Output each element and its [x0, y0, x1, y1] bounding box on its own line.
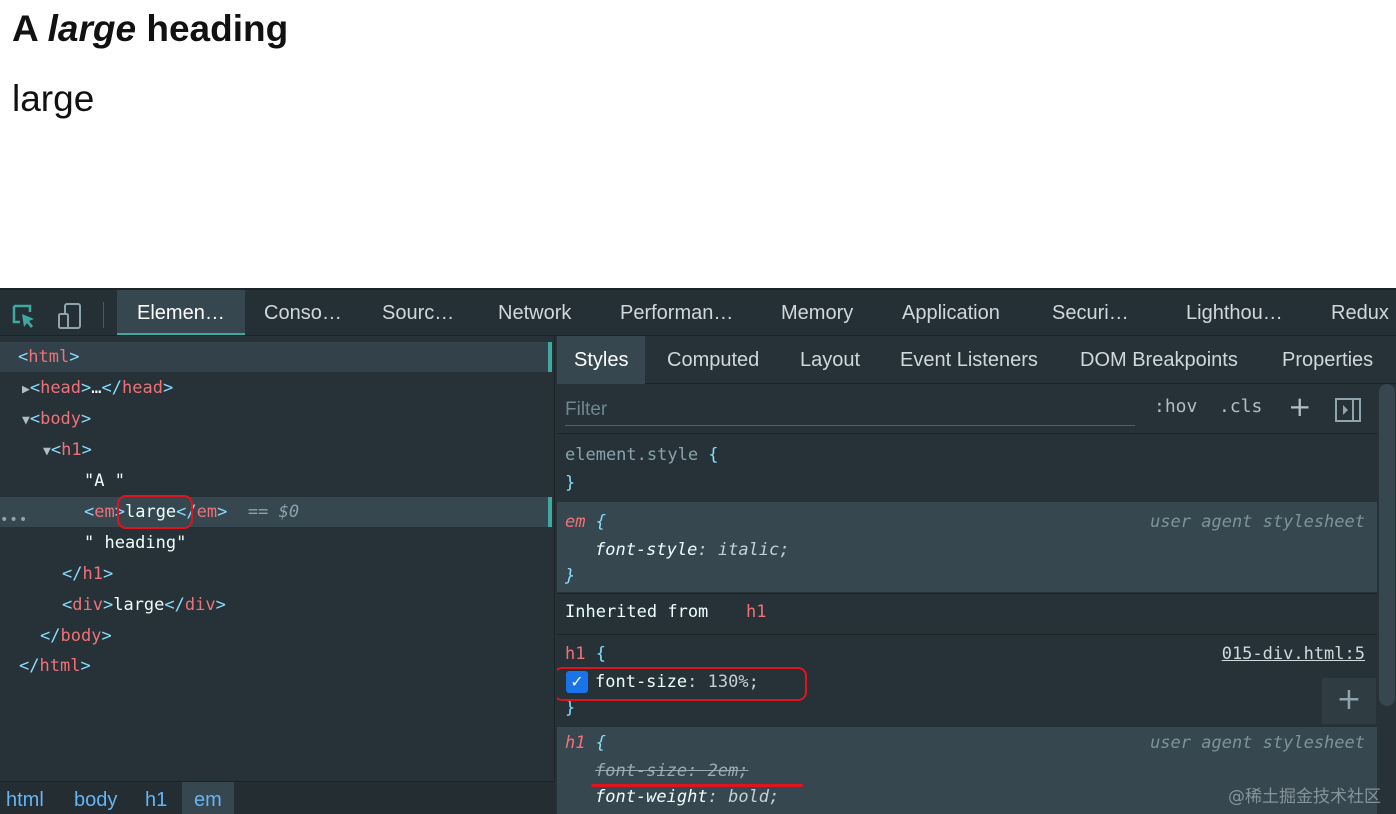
page-heading: A large heading — [12, 8, 289, 49]
toggle-sidebar-icon[interactable] — [1334, 397, 1362, 428]
source-link[interactable]: 015-div.html:5 — [1222, 640, 1365, 668]
tab-network[interactable]: Network — [498, 290, 571, 335]
tab-application[interactable]: Application — [902, 290, 1000, 335]
devtools-tab-bar: Elemen… Conso… Sourc… Network Performan…… — [0, 288, 1396, 336]
breadcrumb-html[interactable]: html — [6, 782, 44, 814]
dom-node-head[interactable]: ▶<head>…</head> — [0, 373, 552, 403]
dom-node-body[interactable]: ▼<body> — [0, 404, 552, 434]
new-style-rule-button[interactable]: + — [1288, 390, 1311, 423]
rule-origin: user agent stylesheet — [1150, 512, 1365, 532]
rule-element-style: element.style { } — [565, 445, 719, 493]
collapse-triangle-icon[interactable]: ▼ — [22, 413, 30, 428]
highlight-annotation — [117, 495, 193, 529]
rendered-page: A large heading large — [0, 0, 1396, 288]
tab-styles[interactable]: Styles — [557, 336, 646, 384]
tab-sources[interactable]: Sourc… — [382, 290, 454, 335]
filter-input[interactable] — [565, 394, 1135, 426]
dom-node-html[interactable]: <html> — [0, 342, 552, 372]
breadcrumb-em[interactable]: em — [182, 782, 234, 814]
expand-triangle-icon[interactable]: ▶ — [22, 382, 30, 397]
tab-properties[interactable]: Properties — [1282, 336, 1373, 384]
cls-button[interactable]: .cls — [1219, 396, 1262, 417]
rule-em: em { user agent stylesheet font-style: i… — [557, 502, 1377, 592]
device-toggle-icon[interactable] — [56, 302, 84, 330]
breadcrumb-h1[interactable]: h1 — [145, 782, 167, 814]
tab-redux[interactable]: Redux — [1331, 290, 1389, 335]
dom-node-body-close[interactable]: </body> — [0, 621, 552, 651]
styles-toolbar: :hov .cls + — [557, 384, 1377, 434]
selection-indicator — [548, 342, 552, 372]
tab-memory[interactable]: Memory — [781, 290, 853, 335]
breadcrumb: html body h1 em — [0, 781, 555, 814]
tab-elements[interactable]: Elemen… — [117, 290, 245, 335]
dom-node-h1[interactable]: ▼<h1> — [0, 435, 552, 465]
devtools-panel: Elemen… Conso… Sourc… Network Performan…… — [0, 288, 1396, 814]
toolbar-separator — [103, 302, 104, 328]
collapse-triangle-icon[interactable]: ▼ — [43, 444, 51, 459]
tab-console[interactable]: Conso… — [264, 290, 342, 335]
styles-pane: Styles Computed Layout Event Listeners D… — [557, 336, 1396, 814]
dom-text-node[interactable]: "A " — [0, 466, 552, 496]
highlight-annotation — [557, 667, 807, 701]
selection-indicator — [548, 497, 552, 527]
hov-button[interactable]: :hov — [1154, 396, 1197, 417]
page-div: large — [12, 78, 95, 119]
dom-text-node[interactable]: " heading" — [0, 528, 552, 558]
tab-computed[interactable]: Computed — [667, 336, 759, 384]
dom-node-div[interactable]: <div>large</div> — [0, 590, 552, 620]
heading-em: large — [47, 8, 137, 49]
dom-node-em-selected[interactable]: ••• <em>large</em> == $0 — [0, 497, 552, 528]
inherited-section-header: Inherited from h1 — [557, 593, 1377, 635]
dom-tree-panel: <html> ▶<head>…</head> ▼<body> ▼<h1> "A … — [0, 336, 555, 814]
rule-h1-author: h1 { 015-div.html:5 ✓ font-size: 130%; }… — [557, 636, 1377, 726]
styles-scrollbar[interactable] — [1379, 384, 1395, 706]
tab-lighthouse[interactable]: Lighthou… — [1186, 290, 1283, 335]
dom-node-html-close[interactable]: </html> — [0, 651, 552, 681]
tab-layout[interactable]: Layout — [800, 336, 860, 384]
watermark: @稀土掘金技术社区 — [1228, 787, 1381, 807]
tab-event-listeners[interactable]: Event Listeners — [900, 336, 1038, 384]
tab-dom-breakpoints[interactable]: DOM Breakpoints — [1080, 336, 1238, 384]
inspect-icon[interactable] — [10, 302, 38, 330]
breadcrumb-body[interactable]: body — [74, 782, 117, 814]
tab-security[interactable]: Securi… — [1052, 290, 1129, 335]
tab-performance[interactable]: Performan… — [620, 290, 733, 335]
inherited-element-link[interactable]: h1 — [746, 602, 766, 622]
rule-origin: user agent stylesheet — [1150, 733, 1365, 753]
dom-node-h1-close[interactable]: </h1> — [0, 559, 552, 589]
sidebar-tab-bar: Styles Computed Layout Event Listeners D… — [557, 336, 1396, 384]
add-property-button[interactable]: + — [1322, 678, 1376, 724]
